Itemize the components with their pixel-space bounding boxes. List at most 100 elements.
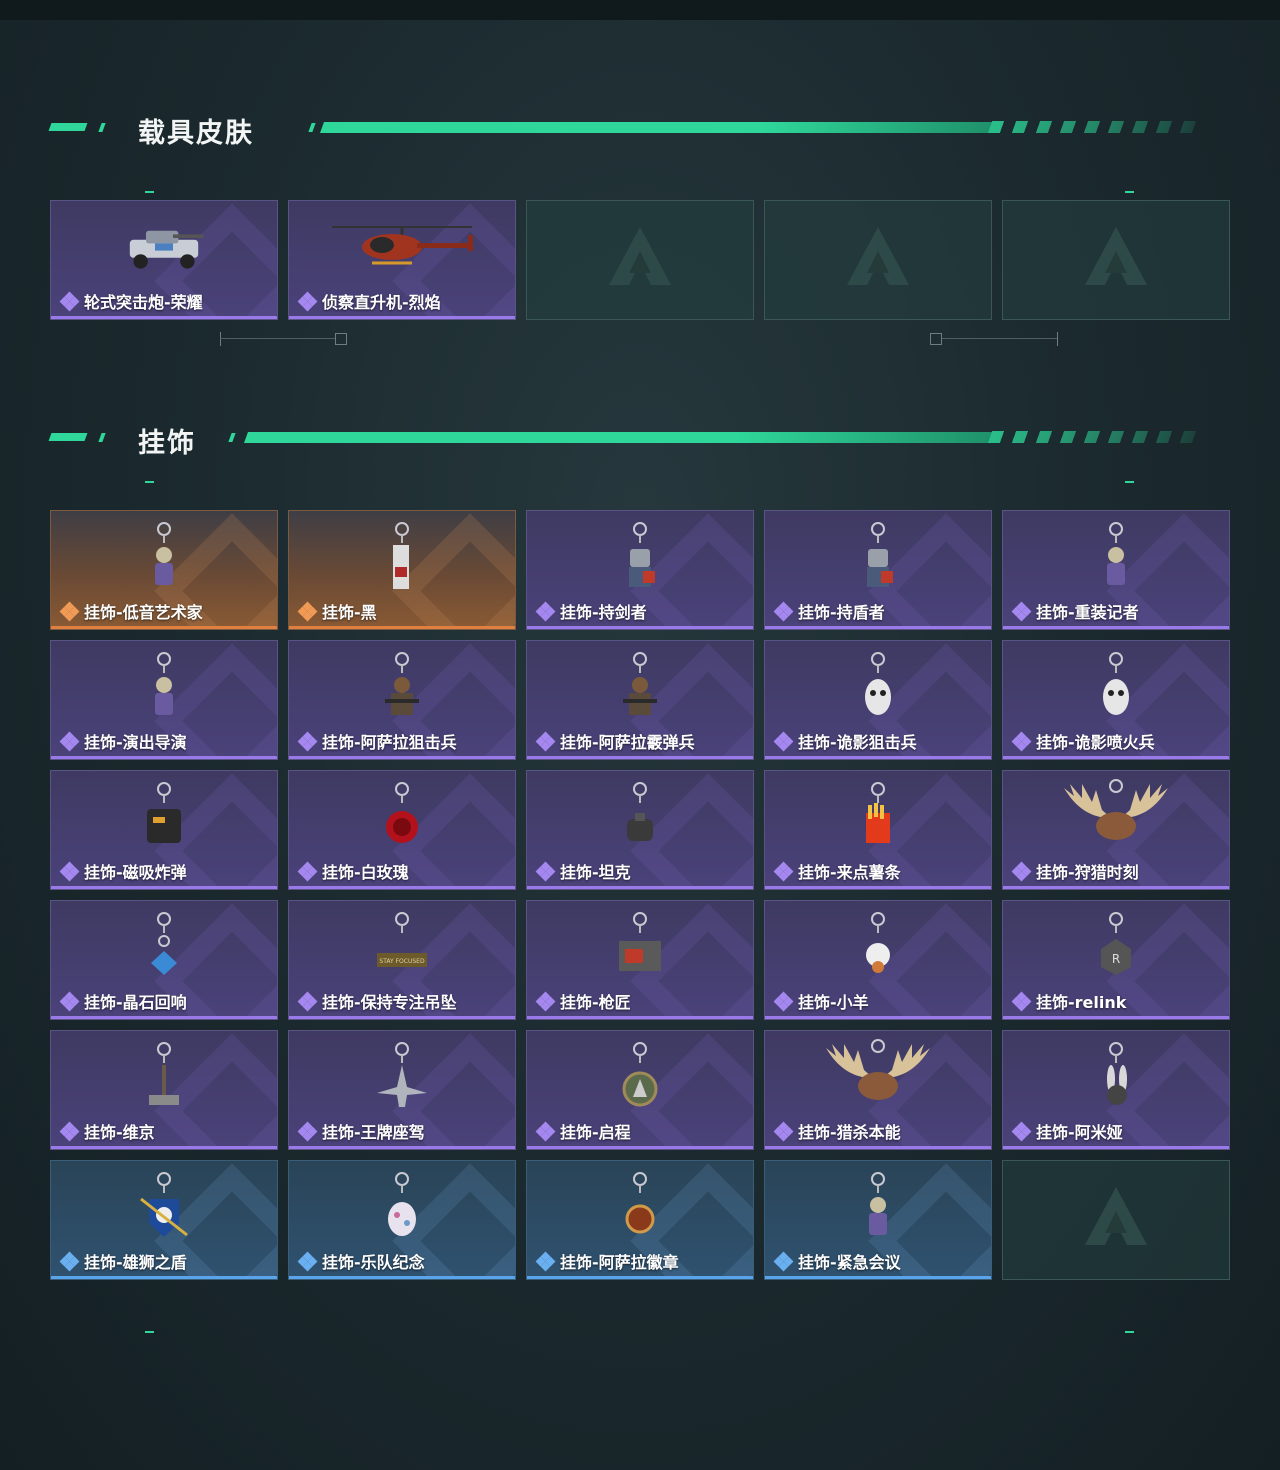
item-label: 挂饰-紧急会议 xyxy=(773,1249,901,1273)
item-label: 挂饰-王牌座驾 xyxy=(297,1119,425,1143)
tank-charm-icon xyxy=(595,779,685,854)
antler-charm-icon xyxy=(1056,778,1176,854)
item-name: 挂饰-诡影喷火兵 xyxy=(1036,733,1155,752)
rarity-gem-icon xyxy=(1011,601,1032,621)
logo-placeholder-icon xyxy=(843,223,913,297)
ghost-charm-icon xyxy=(1071,649,1161,724)
item-name: 挂饰-维京 xyxy=(84,1123,155,1142)
figure-charm-icon xyxy=(1071,519,1161,594)
rarity-underline xyxy=(527,1276,753,1279)
rarity-underline xyxy=(765,626,991,629)
item-card[interactable]: 挂饰-启程 xyxy=(526,1030,754,1150)
rarity-underline xyxy=(51,316,277,319)
item-label: 挂饰-relink xyxy=(1011,989,1127,1013)
item-card[interactable]: 挂饰-坦克 xyxy=(526,770,754,890)
item-name: 挂饰-relink xyxy=(1036,993,1127,1012)
item-card[interactable]: 挂饰-持剑者 xyxy=(526,510,754,630)
item-card[interactable]: 挂饰-磁吸炸弹 xyxy=(50,770,278,890)
item-card[interactable]: 挂饰-重装记者 xyxy=(1002,510,1230,630)
item-card[interactable]: 挂饰-演出导演 xyxy=(50,640,278,760)
rarity-gem-icon xyxy=(1011,731,1032,751)
logo-placeholder-icon xyxy=(1081,223,1151,297)
rarity-gem-icon xyxy=(535,861,556,881)
item-name: 挂饰-枪匠 xyxy=(560,993,631,1012)
section-title: 载具皮肤 xyxy=(138,118,254,149)
item-card[interactable]: 挂饰-阿萨拉徽章 xyxy=(526,1160,754,1280)
rarity-gem-icon xyxy=(773,991,794,1011)
rarity-underline xyxy=(51,886,277,889)
rose-charm-icon xyxy=(357,779,447,854)
item-card[interactable]: 侦察直升机-烈焰 xyxy=(288,200,516,320)
item-card[interactable]: 挂饰-低音艺术家 xyxy=(50,510,278,630)
item-label: 挂饰-乐队纪念 xyxy=(297,1249,425,1273)
item-label: 挂饰-持剑者 xyxy=(535,599,647,623)
rarity-underline xyxy=(51,1146,277,1149)
crystal-charm-icon xyxy=(119,909,209,984)
section-header-vehicle-skins: 载具皮肤 xyxy=(48,113,1203,149)
rarity-underline xyxy=(765,1276,991,1279)
header-bar-tick xyxy=(228,433,236,442)
item-name: 挂饰-乐队纪念 xyxy=(322,1253,425,1272)
corner-tick xyxy=(145,1331,154,1333)
rarity-underline xyxy=(765,756,991,759)
item-label: 挂饰-维京 xyxy=(59,1119,155,1143)
item-card[interactable]: 挂饰-阿萨拉狙击兵 xyxy=(288,640,516,760)
item-card[interactable]: 挂饰-狩猎时刻 xyxy=(1002,770,1230,890)
item-card[interactable]: 挂饰-紧急会议 xyxy=(764,1160,992,1280)
item-label: 挂饰-重装记者 xyxy=(1011,599,1139,623)
rarity-gem-icon xyxy=(297,291,318,311)
rarity-underline xyxy=(527,1016,753,1019)
item-card[interactable]: 挂饰-王牌座驾 xyxy=(288,1030,516,1150)
item-card[interactable]: 挂饰-诡影狙击兵 xyxy=(764,640,992,760)
bunny-charm-icon xyxy=(1071,1039,1161,1114)
rarity-gem-icon xyxy=(297,991,318,1011)
medallion-charm-icon xyxy=(595,1039,685,1114)
rarity-underline xyxy=(289,886,515,889)
rarity-underline xyxy=(527,1146,753,1149)
vehicle-skin-grid: 轮式突击炮-荣耀 侦察直升机-烈焰 xyxy=(50,200,1230,320)
rarity-underline xyxy=(289,1016,515,1019)
corner-tick xyxy=(145,481,154,483)
item-card[interactable]: 挂饰-阿米娅 xyxy=(1002,1030,1230,1150)
rarity-gem-icon xyxy=(773,1121,794,1141)
item-card[interactable]: 挂饰-晶石回响 xyxy=(50,900,278,1020)
item-card[interactable]: 挂饰-持盾者 xyxy=(764,510,992,630)
item-name: 挂饰-坦克 xyxy=(560,863,631,882)
item-label: 挂饰-诡影狙击兵 xyxy=(773,729,917,753)
shield-charm-icon xyxy=(119,1169,209,1244)
item-card[interactable]: STAY FOCUSED 挂饰-保持专注吊坠 xyxy=(288,900,516,1020)
item-name: 挂饰-低音艺术家 xyxy=(84,603,203,622)
rarity-underline xyxy=(1003,886,1229,889)
item-name: 挂饰-王牌座驾 xyxy=(322,1123,425,1142)
item-card[interactable]: 挂饰-维京 xyxy=(50,1030,278,1150)
item-name: 挂饰-紧急会议 xyxy=(798,1253,901,1272)
item-card[interactable]: 挂饰-枪匠 xyxy=(526,900,754,1020)
item-name: 挂饰-阿萨拉徽章 xyxy=(560,1253,679,1272)
fries-charm-icon xyxy=(833,779,923,854)
sheep-charm-icon xyxy=(833,909,923,984)
empty-slot xyxy=(764,200,992,320)
item-card[interactable]: 挂饰-来点薯条 xyxy=(764,770,992,890)
item-card[interactable]: 轮式突击炮-荣耀 xyxy=(50,200,278,320)
item-card[interactable]: 挂饰-猎杀本能 xyxy=(764,1030,992,1150)
item-card[interactable]: 挂饰-小羊 xyxy=(764,900,992,1020)
item-card[interactable]: R 挂饰-relink xyxy=(1002,900,1230,1020)
rarity-underline xyxy=(527,886,753,889)
item-card[interactable]: 挂饰-阿萨拉霰弹兵 xyxy=(526,640,754,760)
item-card[interactable]: 挂饰-黑 xyxy=(288,510,516,630)
rarity-underline xyxy=(765,1146,991,1149)
item-card[interactable]: 挂饰-雄狮之盾 xyxy=(50,1160,278,1280)
item-name: 挂饰-阿萨拉狙击兵 xyxy=(322,733,457,752)
divider-right xyxy=(930,332,1060,346)
item-card[interactable]: 挂饰-乐队纪念 xyxy=(288,1160,516,1280)
item-name: 挂饰-阿萨拉霰弹兵 xyxy=(560,733,695,752)
item-card[interactable]: 挂饰-白玫瑰 xyxy=(288,770,516,890)
header-checker xyxy=(987,431,1203,443)
rarity-underline xyxy=(1003,1146,1229,1149)
item-card[interactable]: 挂饰-诡影喷火兵 xyxy=(1002,640,1230,760)
item-label: 挂饰-小羊 xyxy=(773,989,869,1013)
rarity-gem-icon xyxy=(59,1121,80,1141)
rarity-gem-icon xyxy=(535,1121,556,1141)
rarity-gem-icon xyxy=(59,1251,80,1271)
item-name: 挂饰-雄狮之盾 xyxy=(84,1253,187,1272)
